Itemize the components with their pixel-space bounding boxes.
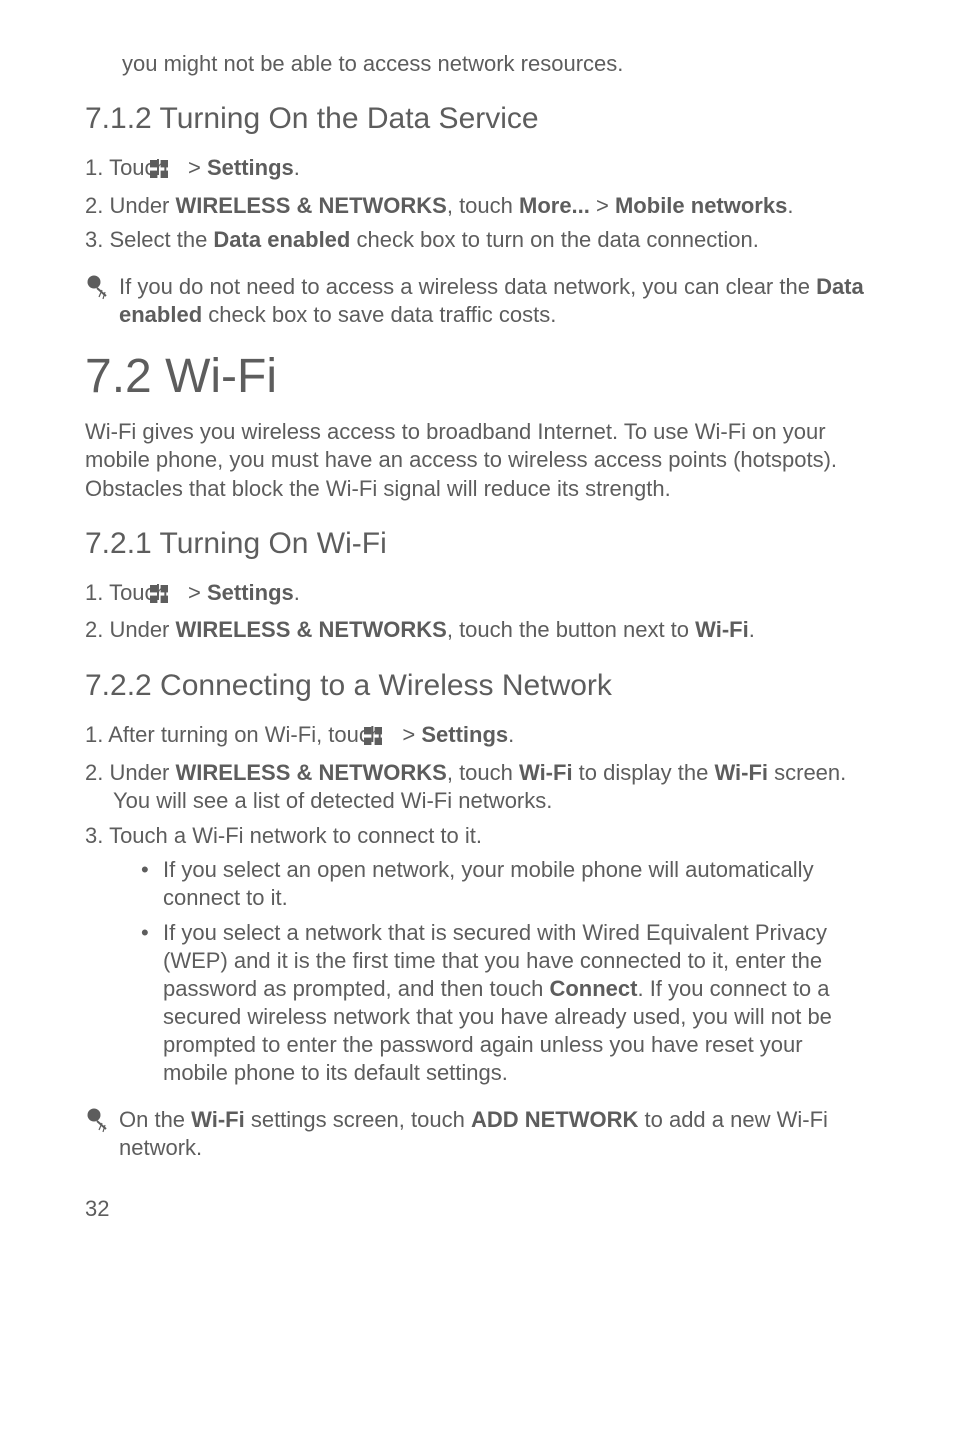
step-3: 3. Select the Data enabled check box to … <box>85 226 869 255</box>
step-1: 1. Touch > Settings. <box>85 579 869 611</box>
tip-text: On the Wi-Fi settings screen, touch ADD … <box>119 1106 869 1162</box>
step-text: > <box>396 722 421 747</box>
step-text: 2. Under <box>85 760 176 785</box>
step-text: 3. Select the <box>85 227 213 252</box>
step-text: . <box>294 580 300 605</box>
step-text: 1. After turning on Wi-Fi, touch <box>85 722 388 747</box>
heading-7-1-2: 7.1.2 Turning On the Data Service <box>85 102 869 136</box>
bullet-dot: • <box>141 856 163 884</box>
step-2: 2. Under WIRELESS & NETWORKS, touch More… <box>85 192 869 221</box>
step-bold: Wi-Fi <box>519 760 573 785</box>
step-2: 2. Under WIRELESS & NETWORKS, touch Wi-F… <box>85 759 869 816</box>
tip-icon <box>85 275 109 306</box>
step-3: 3. Touch a Wi-Fi network to connect to i… <box>85 822 869 851</box>
bullet-2: • If you select a network that is secure… <box>141 919 869 1088</box>
step-text: . <box>508 722 514 747</box>
step-2: 2. Under WIRELESS & NETWORKS, touch the … <box>85 616 869 645</box>
tip-bold: Wi-Fi <box>191 1107 245 1132</box>
tip-run: settings screen, touch <box>245 1107 471 1132</box>
tip-run: check box to save data traffic costs. <box>202 302 556 327</box>
step-bold: Data enabled <box>213 227 350 252</box>
tip-run: If you do not need to access a wireless … <box>119 274 816 299</box>
tip-text: If you do not need to access a wireless … <box>119 273 869 329</box>
heading-7-2: 7.2 Wi-Fi <box>85 349 869 404</box>
tip-run: On the <box>119 1107 191 1132</box>
step-text: > <box>182 155 207 180</box>
tip-block: If you do not need to access a wireless … <box>85 273 869 329</box>
step-bold: Wi-Fi <box>695 617 749 642</box>
step-bold: Wi-Fi <box>714 760 768 785</box>
bullet-text: If you select an open network, your mobi… <box>163 857 814 910</box>
tip-block: On the Wi-Fi settings screen, touch ADD … <box>85 1106 869 1162</box>
bullet-bold: Connect <box>549 976 637 1001</box>
step-bold: WIRELESS & NETWORKS <box>176 617 447 642</box>
step-text: 2. Under <box>85 193 176 218</box>
step-1: 1. After turning on Wi-Fi, touch > Setti… <box>85 721 869 753</box>
section-7-2-para: Wi-Fi gives you wireless access to broad… <box>85 418 869 502</box>
step-bold: Settings <box>421 722 508 747</box>
tip-bold: ADD NETWORK <box>471 1107 638 1132</box>
step-text: . <box>294 155 300 180</box>
step-bold: More... <box>519 193 590 218</box>
step-1: 1. Touch > Settings. <box>85 154 869 186</box>
step-bold: Settings <box>207 155 294 180</box>
step-text: 2. Under <box>85 617 176 642</box>
step-text: > <box>182 580 207 605</box>
page-number: 32 <box>85 1196 869 1222</box>
step-text: check box to turn on the data connection… <box>350 227 759 252</box>
step-bold: WIRELESS & NETWORKS <box>176 193 447 218</box>
step-bold: Settings <box>207 580 294 605</box>
step-bold: Mobile networks <box>615 193 787 218</box>
step-text: , touch <box>447 193 519 218</box>
bullet-dot: • <box>141 919 163 947</box>
step-text: . <box>749 617 755 642</box>
step-text: 3. Touch a Wi-Fi network to connect to i… <box>85 823 482 848</box>
step-text: . <box>787 193 793 218</box>
bullet-1: • If you select an open network, your mo… <box>141 856 869 912</box>
step-text: to display the <box>573 760 715 785</box>
step-bold: WIRELESS & NETWORKS <box>176 760 447 785</box>
heading-7-2-1: 7.2.1 Turning On Wi-Fi <box>85 527 869 561</box>
step-text: , touch <box>447 760 519 785</box>
tip-icon <box>85 1108 109 1139</box>
step-text: > <box>590 193 615 218</box>
prev-page-fragment: you might not be able to access network … <box>122 50 869 78</box>
heading-7-2-2: 7.2.2 Connecting to a Wireless Network <box>85 669 869 703</box>
step-text: , touch the button next to <box>447 617 695 642</box>
